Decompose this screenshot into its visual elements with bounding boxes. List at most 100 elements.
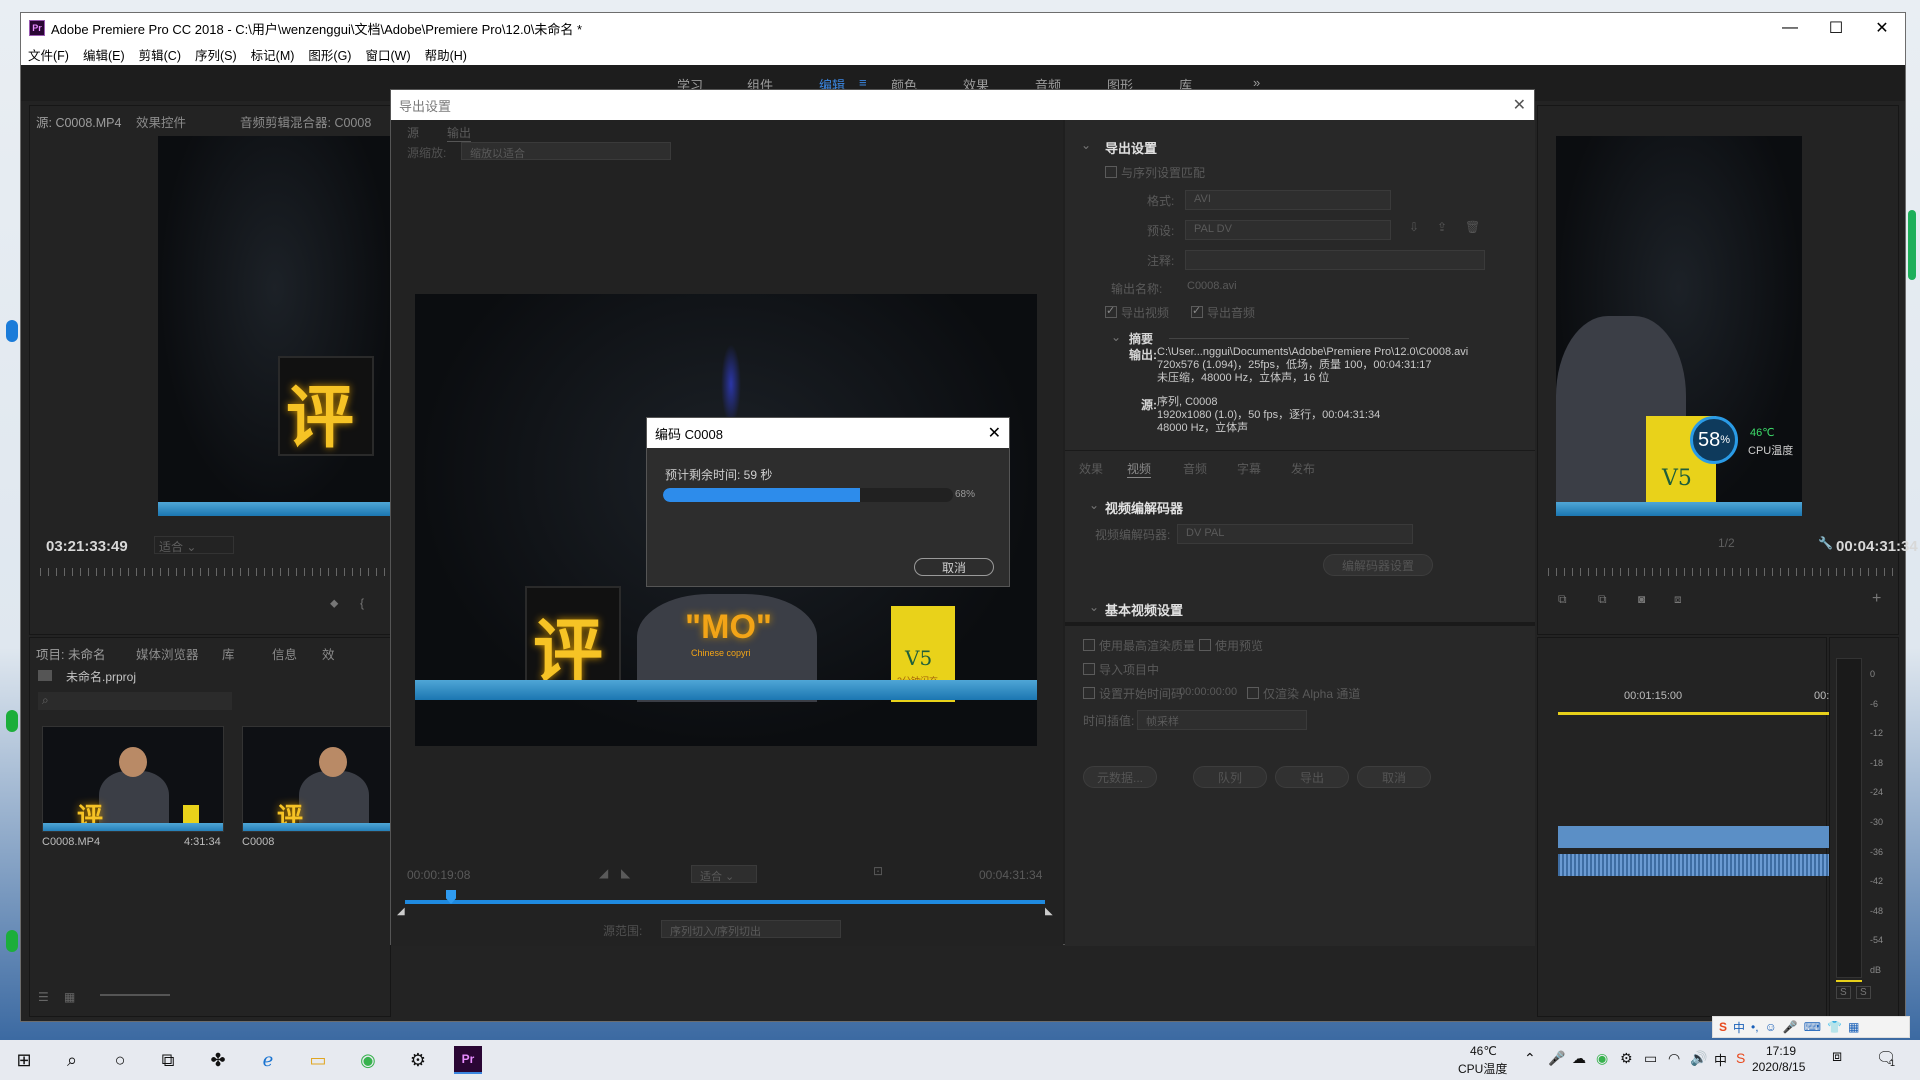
compare-icon[interactable]: ⧈ [1674,592,1682,607]
camera-icon[interactable]: ◙ [1638,592,1645,606]
solo-left-button[interactable]: S [1836,986,1851,999]
side-scrollbar[interactable] [1908,210,1916,280]
tab-effect-controls[interactable]: 效果控件 [136,112,186,131]
source-range-dropdown[interactable]: 序列切入/序列切出 [661,920,841,938]
desktop-icon[interactable] [6,930,18,952]
tab-source[interactable]: 源: C0008.MP4 [36,112,121,131]
window-titlebar[interactable]: Pr Adobe Premiere Pro CC 2018 - C:\用户\we… [21,13,1905,43]
workspace-more-icon[interactable]: » [1253,75,1260,90]
source-fit-dropdown[interactable]: 适合 ⌄ [154,536,234,554]
subtab-audio[interactable]: 音频 [1183,460,1207,477]
cortana-icon[interactable]: ○ [106,1046,134,1074]
aspect-toggle-icon[interactable]: ⊡ [873,864,883,878]
project-search-input[interactable]: ⌕ [38,692,232,710]
use-previews-checkbox[interactable] [1199,639,1211,651]
menu-graphics[interactable]: 图形(G) [301,45,358,64]
source-scaling-dropdown[interactable]: 缩放以适合 [461,142,671,160]
tab-libraries[interactable]: 库 [222,644,235,663]
encode-close-icon[interactable]: ✕ [988,423,1001,443]
show-desktop-icon[interactable]: ⧈ [1832,1048,1842,1066]
metadata-button[interactable]: 元数据... [1083,766,1157,788]
file-explorer-icon[interactable]: ▭ [304,1046,332,1074]
save-preset-icon[interactable]: ⇩ [1409,220,1419,234]
app-icon[interactable]: ✤ [204,1046,232,1074]
set-start-timecode-checkbox[interactable] [1083,687,1095,699]
export-audio-checkbox[interactable] [1191,304,1203,318]
program-ruler[interactable] [1548,568,1898,576]
insert-icon[interactable]: ⧉ [1558,592,1567,607]
network-icon[interactable]: ◠ [1668,1050,1680,1067]
video-clip[interactable] [1558,826,1834,848]
subtab-video[interactable]: 视频 [1127,460,1152,478]
workspace-menu-icon[interactable]: ≡ [859,75,867,90]
queue-button[interactable]: 队列 [1193,766,1267,788]
export-close-icon[interactable]: ✕ [1513,95,1526,115]
zoom-slider[interactable] [100,994,170,996]
export-button[interactable]: 导出 [1275,766,1349,788]
tab-project[interactable]: 项目: 未命名 [36,644,105,663]
settings-icon[interactable]: ⚙ [404,1046,432,1074]
clock-date[interactable]: 2020/8/15 [1752,1060,1805,1074]
task-view-icon[interactable]: ⧉ [154,1046,182,1074]
menu-help[interactable]: 帮助(H) [418,45,474,64]
icon-view-icon[interactable]: ▦ [64,990,75,1004]
maximize-button[interactable]: ☐ [1813,13,1859,43]
toolbox-icon[interactable]: ▦ [1848,1020,1859,1034]
overwrite-icon[interactable]: ⧉ [1598,592,1607,607]
clock-time[interactable]: 17:19 [1766,1044,1796,1058]
subtab-captions[interactable]: 字幕 [1237,460,1261,477]
desktop-icon[interactable] [6,320,18,342]
menu-window[interactable]: 窗口(W) [358,45,417,64]
volume-icon[interactable]: 🔊 [1690,1050,1707,1067]
skin-icon[interactable]: 👕 [1827,1020,1842,1034]
add-button-icon[interactable]: + [1872,590,1881,608]
cancel-encode-button[interactable]: 取消 [914,558,994,576]
premiere-taskbar-icon[interactable]: Pr [454,1046,482,1074]
set-in-icon[interactable]: ◢ [599,866,608,880]
menu-sequence[interactable]: 序列(S) [188,45,244,64]
subtab-effects[interactable]: 效果 [1079,460,1103,477]
render-alpha-only-checkbox[interactable] [1247,687,1259,699]
match-sequence-checkbox[interactable] [1105,166,1117,178]
menu-clip[interactable]: 剪辑(C) [132,45,188,64]
tab-info[interactable]: 信息 [272,644,297,663]
tab-effects[interactable]: 效 [322,644,335,663]
export-fit-dropdown[interactable]: 适合 ⌄ [691,865,757,883]
export-timeline-bar[interactable] [405,900,1045,904]
menu-file[interactable]: 文件(F) [21,45,76,64]
wrench-icon[interactable]: 🔧 [1818,536,1833,550]
edge-icon[interactable]: ℯ [254,1046,282,1074]
cloud-icon[interactable]: ☁ [1572,1050,1586,1067]
codec-settings-button[interactable]: 编解码器设置 [1323,554,1433,576]
cpu-usage-gauge[interactable]: 58% [1690,416,1738,464]
battery-icon[interactable]: ▭ [1644,1050,1657,1067]
cancel-export-button[interactable]: 取消 [1357,766,1431,788]
video-codec-dropdown[interactable]: DV PAL [1177,524,1413,544]
audio-clip[interactable] [1558,854,1834,876]
collapse-codec-icon[interactable]: ⌄ [1089,498,1099,512]
punctuation-icon[interactable]: •, [1751,1020,1759,1034]
in-point-icon[interactable]: { [360,596,364,610]
collapse-basic-video-icon[interactable]: ⌄ [1089,600,1099,614]
max-render-quality-checkbox[interactable] [1083,639,1095,651]
ime-mode[interactable]: 中 [1733,1019,1745,1036]
marker-icon[interactable]: ⬥ [330,596,338,611]
browser-icon[interactable]: ◉ [354,1046,382,1074]
sequence-thumbnail[interactable]: 评 [242,726,392,832]
clip-thumbnail[interactable]: 评 [42,726,224,832]
export-video-checkbox[interactable] [1105,304,1117,318]
import-into-project-checkbox[interactable] [1083,663,1095,675]
format-dropdown[interactable]: AVI [1185,190,1391,210]
program-ratio[interactable]: 1/2 [1718,536,1735,550]
time-interpolation-dropdown[interactable]: 帧采样 [1137,710,1307,730]
minimize-button[interactable]: — [1767,13,1813,43]
settings-tray-icon[interactable]: ⚙ [1620,1050,1633,1067]
list-view-icon[interactable]: ☰ [38,990,49,1004]
solo-right-button[interactable]: S [1856,986,1871,999]
set-out-icon[interactable]: ◣ [621,866,630,880]
preset-dropdown[interactable]: PAL DV [1185,220,1391,240]
ime-indicator[interactable]: 中 [1714,1050,1727,1069]
output-name-link[interactable]: C0008.avi [1187,280,1237,292]
import-preset-icon[interactable]: ⇪ [1437,220,1447,234]
source-ruler[interactable] [40,568,390,576]
